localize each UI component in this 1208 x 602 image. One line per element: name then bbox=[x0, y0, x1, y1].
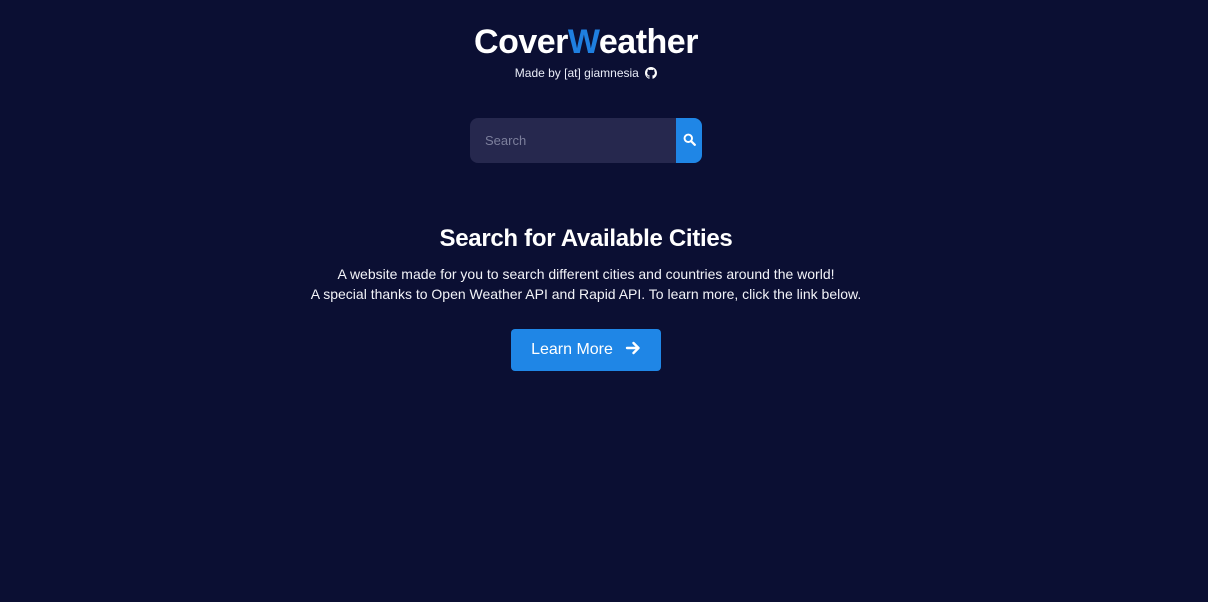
page: CoverWeather Made by [at] giamnesia Sear… bbox=[0, 0, 1208, 602]
author-credit: Made by [at] giamnesia bbox=[0, 65, 1172, 83]
arrow-right-icon bbox=[625, 340, 641, 361]
brand-part-2: eather bbox=[598, 23, 699, 61]
site-logo-title: CoverWeather bbox=[0, 22, 1172, 62]
search-button[interactable] bbox=[676, 118, 702, 163]
search-icon bbox=[683, 133, 696, 149]
description-line-1: A website made for you to search differe… bbox=[337, 266, 835, 282]
search-input[interactable] bbox=[470, 118, 676, 163]
learn-more-label: Learn More bbox=[531, 341, 613, 358]
description-line-2: A special thanks to Open Weather API and… bbox=[310, 286, 862, 302]
search-bar bbox=[470, 118, 702, 163]
credit-text: Made by [at] giamnesia bbox=[514, 66, 639, 80]
brand-accent-letter: W bbox=[567, 23, 599, 61]
brand-part-1: Cover bbox=[474, 23, 568, 61]
learn-more-button[interactable]: Learn More bbox=[511, 329, 661, 371]
section-heading: Search for Available Cities bbox=[439, 225, 733, 252]
github-icon[interactable] bbox=[645, 67, 658, 83]
